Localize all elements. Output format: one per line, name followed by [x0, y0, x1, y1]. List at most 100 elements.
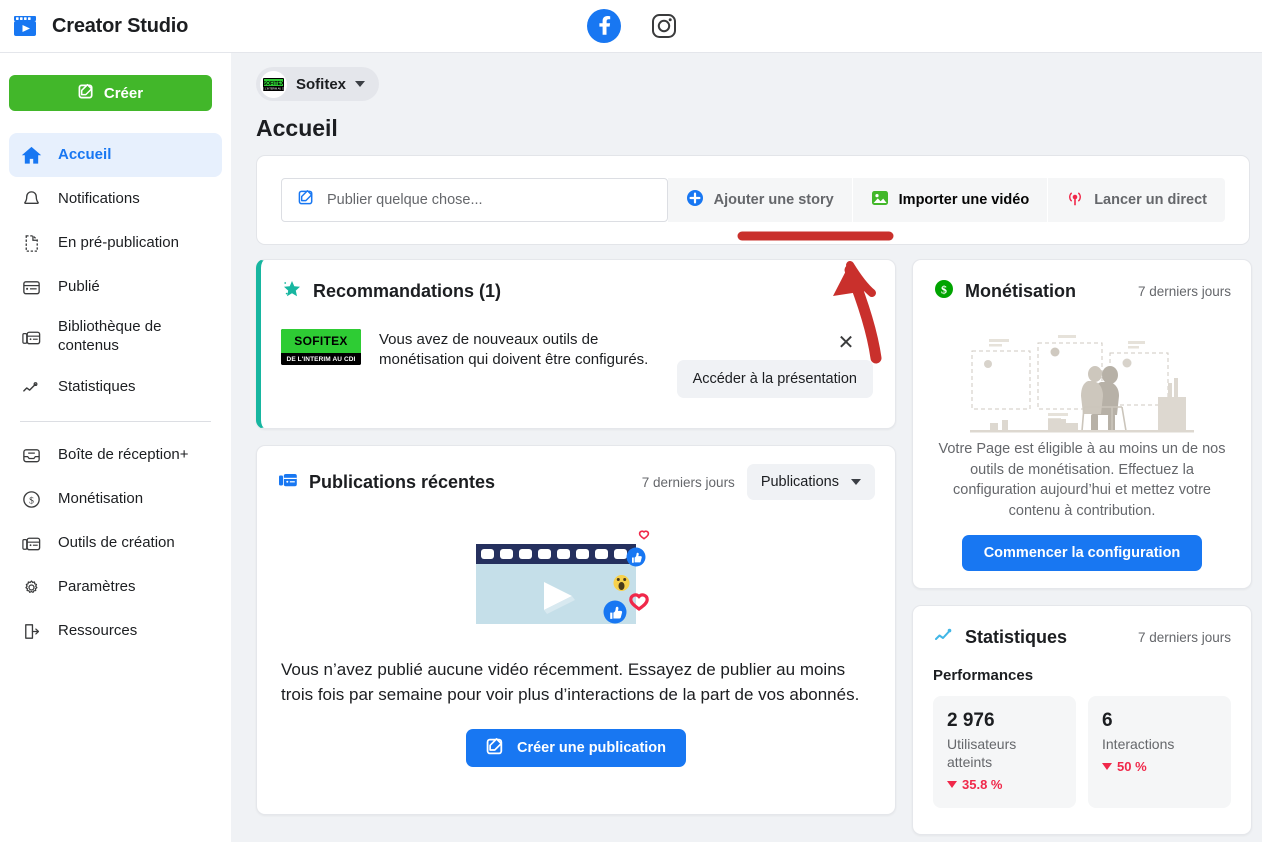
- gear-icon: [20, 576, 42, 598]
- recommendations-title: Recommandations (1): [313, 281, 502, 301]
- recent-posts-filter-select[interactable]: Publications: [746, 464, 875, 500]
- chart-line-icon: [20, 376, 42, 398]
- page-switcher[interactable]: SOFITEX DE L'INTERIM AU CDI Sofitex: [256, 67, 380, 101]
- recommendations-card: Recommandations (1) SOFITEX DE L'INTERIM…: [256, 259, 896, 429]
- sidebar-item-bibliotheque-de-contenus[interactable]: Bibliothèque de contenus: [9, 309, 222, 365]
- chart-line-blue-icon: [933, 624, 955, 651]
- stat-delta-value: 50 %: [1117, 759, 1147, 775]
- recent-posts-card: Publications récentes 7 derniers jours P…: [256, 445, 896, 815]
- instagram-icon[interactable]: [651, 13, 677, 39]
- statistiques-tiles: 2 976 Utilisateurs atteints 35.8 % 6 Int…: [933, 696, 1231, 809]
- sofitex-logo-bottom: DE L'INTERIM AU CDI: [281, 353, 361, 365]
- sidebar-item-label: Bibliothèque de contenus: [58, 318, 162, 354]
- stat-label: Interactions: [1102, 736, 1175, 752]
- svg-text:DE L'INTERIM AU CDI: DE L'INTERIM AU CDI: [262, 87, 285, 90]
- trend-down-icon: [947, 781, 957, 789]
- sidebar-item-label: En pré-publication: [58, 233, 179, 251]
- sidebar-item-label: Accueil: [58, 145, 112, 163]
- svg-text:$: $: [29, 495, 34, 506]
- create-button-label: Créer: [103, 84, 144, 102]
- composer-placeholder: Publier quelque chose...: [327, 192, 483, 208]
- library-icon: [20, 532, 42, 554]
- clapperboard-icon: [12, 13, 38, 39]
- page-switcher-name: Sofitex: [296, 75, 347, 93]
- sidebar-item-label: Paramètres: [58, 577, 136, 595]
- library-icon: [20, 326, 42, 348]
- sidebar-item-notifications[interactable]: Notifications: [9, 177, 222, 221]
- monetisation-header: $ Monétisation 7 derniers jours: [913, 260, 1251, 305]
- sidebar-item-label: Monétisation: [58, 489, 144, 507]
- sidebar-item-outils-de-creation[interactable]: Outils de création: [9, 521, 222, 565]
- top-header: Creator Studio: [0, 0, 1262, 53]
- card-icon: [20, 276, 42, 298]
- image-upload-icon: [871, 189, 889, 211]
- sidebar-item-accueil[interactable]: Accueil: [9, 133, 222, 177]
- stat-delta: 35.8 %: [947, 777, 1062, 792]
- stat-tile: 6 Interactions 50 %: [1088, 696, 1231, 809]
- stat-delta-value: 35.8 %: [962, 777, 1003, 793]
- sidebar-item-parametres[interactable]: Paramètres: [9, 565, 222, 609]
- left-column: Recommandations (1) SOFITEX DE L'INTERIM…: [256, 259, 896, 815]
- sidebar-item-en-pre-publication[interactable]: En pré-publication: [9, 221, 222, 265]
- stat-tile: 2 976 Utilisateurs atteints 35.8 %: [933, 696, 1076, 809]
- exit-doc-icon: [20, 620, 42, 642]
- compose-icon: [486, 737, 505, 760]
- sidebar-item-label: Outils de création: [58, 533, 175, 551]
- monetisation-card: $ Monétisation 7 derniers jours Votre Pa…: [912, 259, 1252, 589]
- stat-label: Utilisateurs atteints: [947, 736, 1017, 771]
- platform-switcher: [571, 7, 691, 45]
- composer-actions: Ajouter une story Importer une vidéo Lan…: [667, 178, 1225, 222]
- sidebar-item-statistiques[interactable]: Statistiques: [9, 365, 222, 409]
- document-icon: [20, 232, 42, 254]
- recent-posts-period: 7 derniers jours: [641, 474, 735, 490]
- add-story-label: Ajouter une story: [713, 192, 834, 208]
- right-column: $ Monétisation 7 derniers jours Votre Pa…: [912, 259, 1252, 835]
- statistiques-card: Statistiques 7 derniers jours Performanc…: [912, 605, 1252, 835]
- go-live-button[interactable]: Lancer un direct: [1047, 178, 1225, 222]
- composer-card: Publier quelque chose... Ajouter une sto…: [256, 155, 1250, 245]
- sidebar-item-monetisation[interactable]: $ Monétisation: [9, 477, 222, 521]
- live-broadcast-icon: [1066, 189, 1084, 211]
- performances-label: Performances: [933, 667, 1034, 684]
- monetisation-message: Votre Page est éligible à au moins un de…: [938, 441, 1226, 519]
- chevron-down-icon: [355, 81, 366, 87]
- upload-video-label: Importer une vidéo: [898, 192, 1030, 208]
- recent-posts-title: Publications récentes: [309, 471, 496, 492]
- add-story-button[interactable]: Ajouter une story: [667, 178, 852, 222]
- recommendations-cta-button[interactable]: Accéder à la présentation: [676, 360, 873, 398]
- stat-value: 2 976: [947, 710, 995, 731]
- go-live-label: Lancer un direct: [1094, 192, 1207, 208]
- recent-posts-empty-message: Vous n’avez publié aucune vidéo récemmen…: [281, 660, 860, 704]
- inbox-icon: [20, 444, 42, 466]
- stat-value: 6: [1102, 710, 1113, 731]
- sidebar-item-publie[interactable]: Publié: [9, 265, 222, 309]
- upload-video-button[interactable]: Importer une vidéo: [851, 178, 1048, 222]
- sidebar-item-label: Boîte de réception+: [58, 445, 189, 463]
- create-button[interactable]: Créer: [9, 75, 212, 111]
- monetisation-cta-button[interactable]: Commencer la configuration: [961, 535, 1203, 572]
- sofitex-avatar: SOFITEX DE L'INTERIM AU CDI: [260, 70, 287, 98]
- dollar-circle-icon: $: [20, 488, 42, 510]
- create-post-label: Créer une publication: [516, 740, 667, 757]
- sofitex-logo: SOFITEX DE L'INTERIM AU CDI: [281, 329, 361, 365]
- sidebar-item-ressources[interactable]: Ressources: [9, 609, 222, 653]
- close-icon[interactable]: ✕: [835, 332, 857, 354]
- bell-icon: [20, 188, 42, 210]
- chevron-down-icon: [851, 479, 861, 485]
- compose-icon: [78, 83, 95, 104]
- library-icon: [277, 469, 299, 496]
- statistiques-header: Statistiques 7 derniers jours: [913, 606, 1251, 651]
- dashboard-columns: Recommandations (1) SOFITEX DE L'INTERIM…: [256, 259, 1252, 835]
- sidebar-item-label: Statistiques: [58, 377, 136, 395]
- sidebar: Créer Accueil Notifications En pré-publi: [0, 53, 231, 842]
- create-post-button[interactable]: Créer une publication: [465, 729, 687, 768]
- brand[interactable]: Creator Studio: [0, 13, 420, 39]
- facebook-icon[interactable]: [585, 7, 623, 45]
- page-title: Accueil: [256, 115, 338, 141]
- recommendations-header: Recommandations (1): [261, 260, 895, 305]
- composer-input[interactable]: Publier quelque chose...: [281, 178, 668, 222]
- sidebar-item-boite-de-reception[interactable]: Boîte de réception+: [9, 433, 222, 477]
- svg-text:SOFITEX: SOFITEX: [263, 81, 285, 87]
- sidebar-item-label: Publié: [58, 277, 100, 295]
- stat-delta: 50 %: [1102, 759, 1217, 774]
